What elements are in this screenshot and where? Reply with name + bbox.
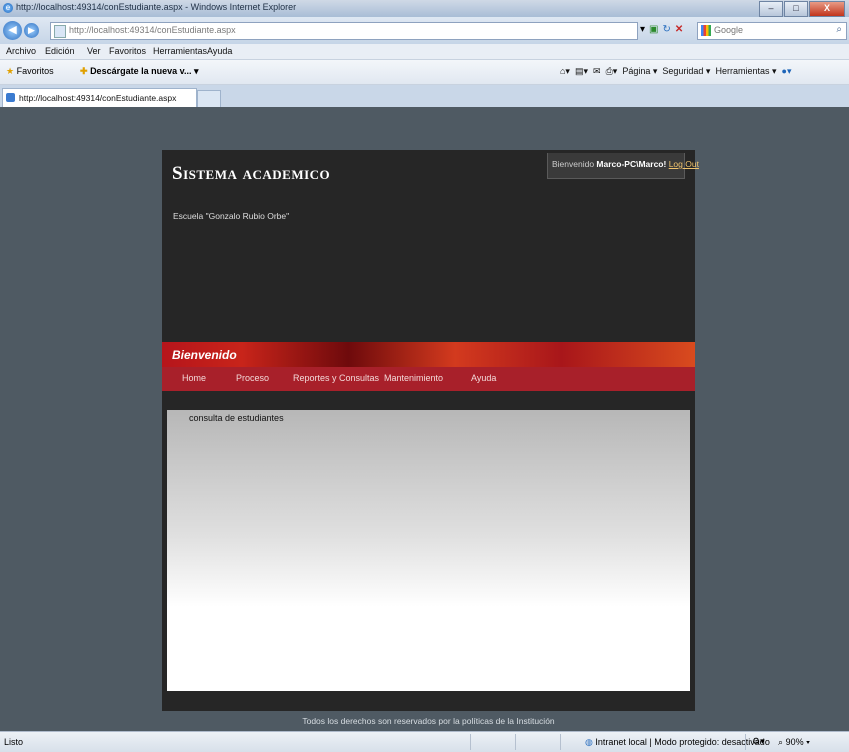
address-tools: ▾ ▣ ↻ ✕	[640, 24, 683, 35]
logout-link[interactable]: Log Out	[669, 159, 699, 169]
login-prefix: Bienvenido	[552, 159, 597, 169]
new-tab-button[interactable]	[197, 90, 221, 108]
security-menu[interactable]: Seguridad ▾	[662, 66, 710, 76]
status-divider	[515, 734, 516, 750]
status-divider	[560, 734, 561, 750]
menu-ayuda[interactable]: Ayuda	[207, 46, 232, 56]
window-title: http://localhost:49314/conEstudiante.asp…	[16, 2, 297, 12]
nav-proceso[interactable]: Proceso	[236, 373, 269, 383]
zone-text: Intranet local | Modo protegido: desacti…	[595, 737, 770, 747]
suggested-label: Descárgate la nueva v... ▾	[90, 66, 199, 76]
google-icon	[701, 25, 711, 36]
home-icon[interactable]: ⌂▾	[560, 66, 570, 76]
suggested-site[interactable]: ✚ Descárgate la nueva v... ▾	[80, 66, 198, 77]
menu-ver[interactable]: Ver	[87, 46, 101, 56]
globe-icon: ◍	[585, 737, 593, 747]
nav-home[interactable]: Home	[182, 373, 206, 383]
security-zone[interactable]: ◍ Intranet local | Modo protegido: desac…	[585, 737, 770, 748]
favorites-bar: ★ Favoritos ✚ Descárgate la nueva v... ▾…	[0, 60, 849, 85]
status-bar: Listo ◍ Intranet local | Modo protegido:…	[0, 731, 849, 752]
site-nav: Home Proceso Reportes y Consultas Manten…	[162, 367, 695, 391]
school-name: Escuela "Gonzalo Rubio Orbe"	[173, 211, 290, 221]
site-footer: Todos los derechos son reservados por la…	[162, 711, 695, 731]
refresh-icon[interactable]: ↻	[662, 24, 670, 35]
tab-current[interactable]: http://localhost:49314/conEstudiante.asp…	[2, 88, 197, 108]
back-icon[interactable]: ◀	[3, 21, 22, 40]
search-input[interactable]: Google ⌕	[697, 22, 847, 40]
menu-archivo[interactable]: Archivo	[6, 46, 36, 56]
status-divider	[745, 734, 746, 750]
ie-icon: e	[3, 3, 13, 13]
welcome-text: Bienvenido	[172, 348, 237, 362]
menu-favoritos[interactable]: Favoritos	[109, 46, 146, 56]
tab-label: http://localhost:49314/conEstudiante.asp…	[19, 93, 177, 103]
window-title-bar: e http://localhost:49314/conEstudiante.a…	[0, 0, 849, 17]
menu-herramientas[interactable]: Herramientas	[153, 46, 207, 56]
print-icon[interactable]: ⎙▾	[606, 66, 618, 76]
login-text: Bienvenido Marco-PC\Marco! Log Out	[552, 159, 699, 169]
address-text: http://localhost:49314/conEstudiante.asp…	[69, 25, 236, 35]
login-user: Marco-PC\Marco!	[596, 159, 667, 169]
page-icon	[54, 25, 66, 38]
nav-ayuda[interactable]: Ayuda	[471, 373, 496, 383]
tools-menu[interactable]: Herramientas ▾	[715, 66, 776, 76]
welcome-banner: Bienvenido	[162, 342, 695, 367]
content-label: consulta de estudiantes	[189, 413, 284, 423]
favorites-button[interactable]: ★ Favoritos	[6, 66, 54, 77]
nav-reportes[interactable]: Reportes y Consultas	[293, 373, 379, 383]
close-button[interactable]: X	[809, 1, 845, 17]
login-status: Bienvenido Marco-PC\Marco! Log Out	[547, 153, 699, 179]
command-bar: ⌂▾ ▤▾ ✉ ⎙▾ Página ▾ Seguridad ▾ Herramie…	[560, 66, 792, 77]
page-menu[interactable]: Página ▾	[622, 66, 657, 76]
favorites-label: Favoritos	[16, 66, 54, 76]
stop-icon[interactable]: ✕	[675, 24, 683, 35]
navigation-bar: ◀ ▶ http://localhost:49314/conEstudiante…	[0, 17, 849, 44]
site-title: Sistema academico	[172, 163, 331, 184]
star-icon: ★	[6, 66, 15, 76]
menu-bar: Archivo Edición Ver Favoritos Herramient…	[0, 44, 849, 60]
feeds-icon[interactable]: ▤▾	[575, 66, 588, 76]
dropdown-icon[interactable]: ▾	[640, 24, 645, 35]
compat-icon[interactable]: ▣	[649, 24, 658, 35]
address-input[interactable]: http://localhost:49314/conEstudiante.asp…	[50, 22, 638, 40]
search-placeholder: Google	[714, 25, 744, 35]
zoom-control[interactable]: ⌕ 90% ▾	[778, 737, 810, 748]
maximize-button[interactable]: □	[784, 1, 808, 17]
site-page: Sistema academico Escuela "Gonzalo Rubio…	[162, 107, 699, 731]
mail-icon[interactable]: ✉	[593, 66, 601, 76]
status-text: Listo	[4, 737, 24, 747]
zoom-icon: ⌕	[778, 737, 784, 747]
forward-icon[interactable]: ▶	[24, 23, 39, 38]
ie-add-icon: ✚	[80, 66, 88, 76]
minimize-button[interactable]: –	[759, 1, 783, 17]
content-panel: consulta de estudiantes	[167, 410, 690, 691]
footer-text: Todos los derechos son reservados por la…	[302, 716, 555, 726]
browser-viewport: Sistema academico Escuela "Gonzalo Rubio…	[0, 107, 849, 731]
nav-mantenimiento[interactable]: Mantenimiento	[384, 373, 443, 383]
window-controls: – □ X	[758, 1, 845, 17]
tab-strip: http://localhost:49314/conEstudiante.asp…	[0, 85, 849, 108]
menu-edicion[interactable]: Edición	[45, 46, 75, 56]
protected-mode-icon[interactable]: ⚙▾	[752, 736, 765, 747]
status-divider	[470, 734, 471, 750]
tab-page-icon	[6, 93, 15, 102]
search-icon[interactable]: ⌕	[836, 24, 842, 35]
help-icon[interactable]: ●▾	[782, 66, 792, 76]
zoom-value: 90%	[785, 737, 804, 747]
